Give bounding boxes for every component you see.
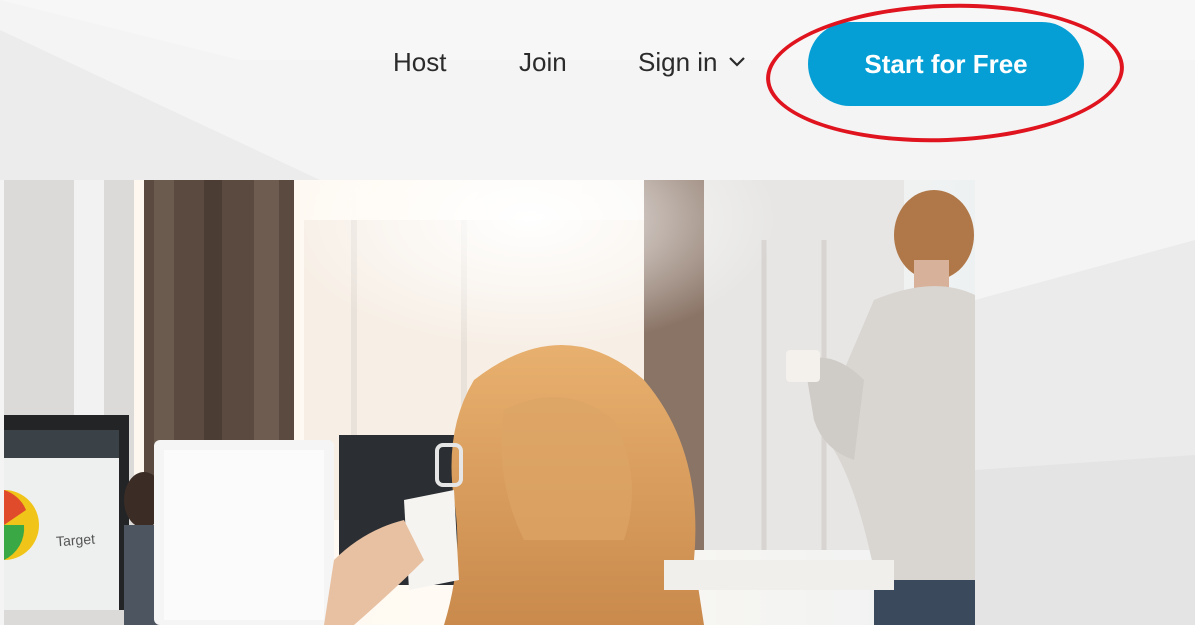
nav-join-link[interactable]: Join — [519, 45, 567, 79]
monitor-target-label: Target — [55, 530, 96, 550]
nav-signin-dropdown[interactable]: Sign in — [638, 45, 746, 79]
top-nav: Host Join Sign in Start for Free — [0, 0, 1195, 149]
hero-photo: Target — [4, 180, 975, 625]
start-for-free-button[interactable]: Start for Free — [808, 22, 1084, 106]
chevron-down-icon — [728, 57, 745, 67]
nav-host-link[interactable]: Host — [393, 45, 446, 79]
nav-signin-label: Sign in — [638, 47, 718, 77]
office-scene — [4, 180, 975, 625]
